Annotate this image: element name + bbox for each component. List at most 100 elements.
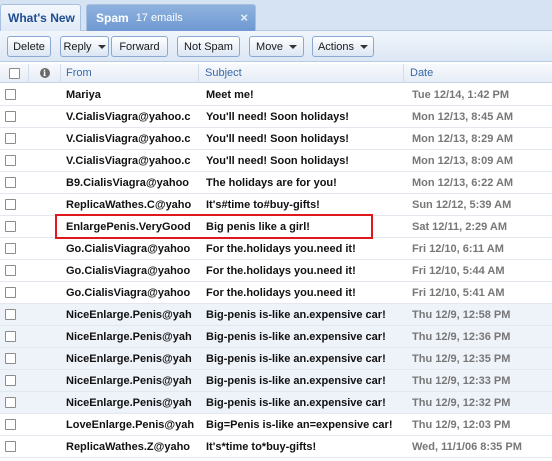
- message-checkbox[interactable]: [5, 441, 16, 452]
- message-subject: Big-penis is-like an.expensive car!: [206, 330, 386, 343]
- message-row[interactable]: LoveEnlarge.Penis@yah Big=Penis is-like a…: [0, 414, 552, 436]
- message-checkbox-cell: [5, 128, 16, 149]
- message-checkbox[interactable]: [5, 177, 16, 188]
- message-row[interactable]: NiceEnlarge.Penis@yah Big-penis is-like a…: [0, 392, 552, 414]
- not-spam-button[interactable]: Not Spam: [177, 36, 240, 57]
- message-from: B9.CialisViagra@yahoo: [66, 176, 190, 189]
- message-subject: Big penis like a girl!: [206, 220, 310, 233]
- message-checkbox[interactable]: [5, 287, 16, 298]
- message-date: Mon 12/13, 8:09 AM: [412, 154, 514, 167]
- message-date: Wed, 11/1/06 8:35 PM: [412, 440, 522, 453]
- message-row[interactable]: Go.CialisViagra@yahoo For the.holidays yo…: [0, 282, 552, 304]
- message-date: Fri 12/10, 5:44 AM: [412, 264, 505, 277]
- message-checkbox-cell: [5, 260, 16, 281]
- column-date[interactable]: Date: [404, 64, 552, 82]
- message-from: ReplicaWathes.C@yaho: [66, 198, 192, 211]
- message-from: EnlargePenis.VeryGood: [66, 220, 191, 233]
- message-checkbox[interactable]: [5, 331, 16, 342]
- message-date: Mon 12/13, 8:29 AM: [412, 132, 514, 145]
- message-checkbox[interactable]: [5, 265, 16, 276]
- reply-button[interactable]: Reply: [60, 36, 109, 57]
- not-spam-button-label: Not Spam: [184, 40, 233, 53]
- message-subject: Big-penis is-like an.expensive car!: [206, 374, 386, 387]
- message-subject: For the.holidays you.need it!: [206, 286, 356, 299]
- message-checkbox[interactable]: [5, 309, 16, 320]
- actions-button[interactable]: Actions: [312, 36, 374, 57]
- message-row[interactable]: ReplicaWathes.Z@yaho It's*time to*buy-gif…: [0, 436, 552, 458]
- message-row[interactable]: NiceEnlarge.Penis@yah Big-penis is-like a…: [0, 370, 552, 392]
- message-checkbox[interactable]: [5, 221, 16, 232]
- message-checkbox[interactable]: [5, 199, 16, 210]
- message-date: Thu 12/9, 12:36 PM: [412, 330, 511, 343]
- message-date: Mon 12/13, 8:45 AM: [412, 110, 514, 123]
- message-checkbox[interactable]: [5, 133, 16, 144]
- message-row[interactable]: V.CialisViagra@yahoo.c You'll need! Soon …: [0, 150, 552, 172]
- tab-whats-new[interactable]: What's New: [0, 4, 81, 31]
- select-all-column: [0, 64, 29, 82]
- chevron-down-icon: [288, 44, 297, 49]
- message-subject: It's*time to*buy-gifts!: [206, 440, 317, 453]
- message-from: Go.CialisViagra@yahoo: [66, 242, 191, 255]
- tab-spam-label: Spam: [96, 11, 129, 25]
- message-checkbox[interactable]: [5, 243, 16, 254]
- message-date: Fri 12/10, 6:11 AM: [412, 242, 504, 255]
- message-checkbox-cell: [5, 392, 16, 413]
- toolbar: Delete Reply Forward Not Spam Move Actio…: [0, 31, 552, 62]
- message-row[interactable]: Mariya Meet me! Tue 12/14, 1:42 PM: [0, 84, 552, 106]
- message-row[interactable]: V.CialisViagra@yahoo.c You'll need! Soon …: [0, 128, 552, 150]
- message-checkbox-cell: [5, 282, 16, 303]
- message-row[interactable]: NiceEnlarge.Penis@yah Big-penis is-like a…: [0, 326, 552, 348]
- message-row[interactable]: NiceEnlarge.Penis@yah Big-penis is-like a…: [0, 304, 552, 326]
- message-subject: For the.holidays you.need it!: [206, 242, 356, 255]
- message-from: NiceEnlarge.Penis@yah: [66, 330, 192, 343]
- message-from: V.CialisViagra@yahoo.c: [66, 110, 191, 123]
- column-from[interactable]: From: [61, 64, 199, 82]
- message-from: LoveEnlarge.Penis@yah: [66, 418, 195, 431]
- message-subject: It's#time to#buy-gifts!: [206, 198, 320, 211]
- message-checkbox[interactable]: [5, 111, 16, 122]
- delete-button-label: Delete: [13, 40, 45, 53]
- message-checkbox-cell: [5, 84, 16, 105]
- chevron-down-icon: [360, 44, 369, 49]
- message-subject: You'll need! Soon holidays!: [206, 154, 349, 167]
- column-subject[interactable]: Subject: [199, 64, 404, 82]
- message-checkbox[interactable]: [5, 419, 16, 430]
- message-row[interactable]: NiceEnlarge.Penis@yah Big-penis is-like a…: [0, 348, 552, 370]
- message-date: Fri 12/10, 5:41 AM: [412, 286, 505, 299]
- message-row[interactable]: ReplicaWathes.C@yaho It's#time to#buy-gif…: [0, 194, 552, 216]
- delete-button[interactable]: Delete: [7, 36, 51, 57]
- message-checkbox[interactable]: [5, 375, 16, 386]
- message-subject: Big-penis is-like an.expensive car!: [206, 308, 386, 321]
- message-checkbox[interactable]: [5, 353, 16, 364]
- select-all-checkbox[interactable]: [8, 67, 20, 79]
- info-column[interactable]: i: [29, 64, 61, 82]
- message-row[interactable]: V.CialisViagra@yahoo.c You'll need! Soon …: [0, 106, 552, 128]
- message-checkbox[interactable]: [5, 397, 16, 408]
- tab-spam[interactable]: Spam 17 emails ×: [86, 4, 256, 31]
- message-from: ReplicaWathes.Z@yaho: [66, 440, 191, 453]
- message-row[interactable]: Go.CialisViagra@yahoo For the.holidays yo…: [0, 238, 552, 260]
- message-checkbox-cell: [5, 370, 16, 391]
- message-from: Go.CialisViagra@yahoo: [66, 264, 191, 277]
- message-date: Thu 12/9, 12:35 PM: [412, 352, 511, 365]
- message-from: NiceEnlarge.Penis@yah: [66, 352, 192, 365]
- close-tab-icon[interactable]: ×: [240, 10, 248, 25]
- message-checkbox-cell: [5, 304, 16, 325]
- message-row[interactable]: EnlargePenis.VeryGood Big penis like a gi…: [0, 216, 552, 238]
- forward-button[interactable]: Forward: [111, 36, 168, 57]
- message-row[interactable]: B9.CialisViagra@yahoo The holidays are fo…: [0, 172, 552, 194]
- message-subject: For the.holidays you.need it!: [206, 264, 356, 277]
- move-button[interactable]: Move: [249, 36, 304, 57]
- message-subject: You'll need! Soon holidays!: [206, 132, 349, 145]
- message-from: Go.CialisViagra@yahoo: [66, 286, 191, 299]
- tab-bar: What's New Spam 17 emails ×: [0, 0, 552, 31]
- actions-button-label: Actions: [317, 40, 355, 53]
- message-checkbox[interactable]: [5, 89, 16, 100]
- message-checkbox-cell: [5, 150, 16, 171]
- message-checkbox-cell: [5, 348, 16, 369]
- message-checkbox-cell: [5, 172, 16, 193]
- forward-button-label: Forward: [119, 40, 160, 53]
- message-row[interactable]: Go.CialisViagra@yahoo For the.holidays yo…: [0, 260, 552, 282]
- message-checkbox[interactable]: [5, 155, 16, 166]
- message-from: Mariya: [66, 88, 101, 101]
